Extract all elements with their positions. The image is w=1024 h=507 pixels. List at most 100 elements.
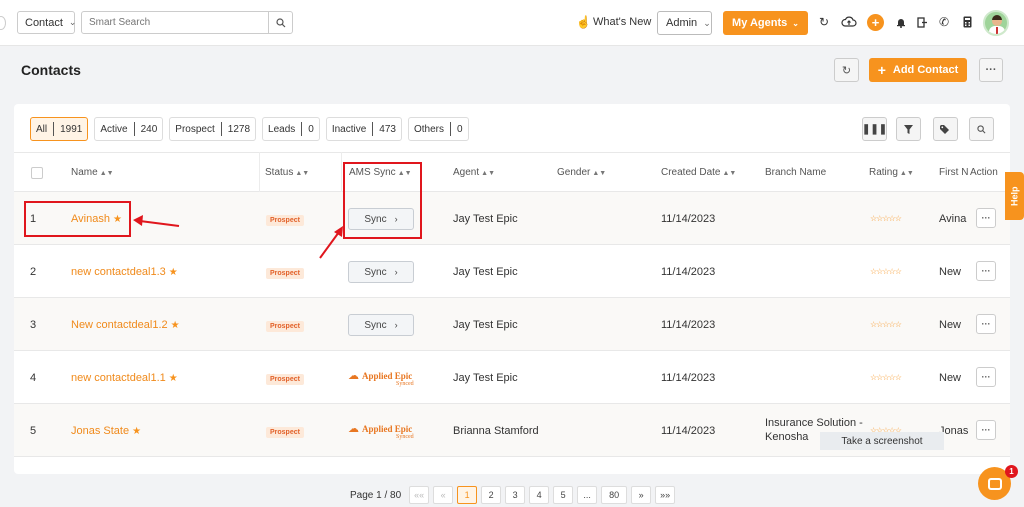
sync-button[interactable]: Sync › xyxy=(348,314,414,336)
more-options-button[interactable]: ··· xyxy=(979,58,1003,82)
status-badge: Prospect xyxy=(266,374,304,385)
created-date: 11/14/2023 xyxy=(661,213,716,225)
chat-icon xyxy=(987,477,1002,490)
page-button[interactable]: 80 xyxy=(601,486,628,504)
table-row[interactable]: 2 new contactdeal1.3 ★ Prospect Sync › Jay… xyxy=(14,245,1010,298)
first-name: New xyxy=(939,319,962,331)
table-row[interactable]: 3 New contactdeal1.2 ★ Prospect Sync › Jay… xyxy=(14,298,1010,351)
created-date: 11/14/2023 xyxy=(661,425,716,437)
sync-icon[interactable]: ↻ xyxy=(817,15,831,29)
filter-inactive[interactable]: Inactive 473 xyxy=(325,117,402,141)
status-badge: Prospect xyxy=(266,321,304,332)
row-actions-button[interactable]: ··· xyxy=(976,420,996,440)
filter-button[interactable] xyxy=(896,117,921,141)
top-navbar: Contact ⌄ ☝ What's New Admin ⌄ My Agents… xyxy=(0,0,1024,46)
contact-name-link[interactable]: new contactdeal1.1 ★ xyxy=(71,372,178,384)
pagination: Page 1 / 80 «« « 1 2 3 4 5 ... 80 » »» xyxy=(350,486,679,504)
filter-all[interactable]: All 1991 xyxy=(30,117,89,141)
tag-icon xyxy=(940,124,949,134)
contact-name-link[interactable]: New contactdeal1.2 ★ xyxy=(71,319,180,331)
status-badge: Prospect xyxy=(266,427,304,438)
entity-select[interactable]: Contact ⌄ xyxy=(17,11,76,34)
star-icon[interactable]: ★ xyxy=(132,426,141,437)
columns-button[interactable]: ❚❚❚ xyxy=(862,117,887,141)
row-actions-button[interactable]: ··· xyxy=(976,208,996,228)
page-button[interactable]: 5 xyxy=(553,486,574,504)
filter-leads[interactable]: Leads 0 xyxy=(262,117,320,141)
prev-page-button[interactable]: « xyxy=(433,486,454,504)
bell-icon[interactable] xyxy=(894,15,908,29)
filter-count: 0 xyxy=(457,123,463,135)
filter-prospect[interactable]: Prospect 1278 xyxy=(169,117,257,141)
contact-name-link[interactable]: new contactdeal1.3 ★ xyxy=(71,266,178,278)
calculator-icon[interactable] xyxy=(960,15,974,29)
filter-active[interactable]: Active 240 xyxy=(94,117,164,141)
my-agents-button[interactable]: My Agents ⌄ xyxy=(723,11,808,35)
quick-add-icon[interactable]: + xyxy=(867,14,884,31)
add-contact-button[interactable]: + Add Contact xyxy=(869,58,967,82)
row-actions-button[interactable]: ··· xyxy=(976,314,996,334)
contacts-card: All 1991 Active 240 Prospect 1278 Leads 0 In… xyxy=(14,104,1010,474)
page-button[interactable]: 4 xyxy=(529,486,550,504)
search-button[interactable] xyxy=(268,11,293,34)
cloud-upload-icon[interactable] xyxy=(840,15,857,29)
col-rating[interactable]: Rating ▲▼ xyxy=(869,167,914,178)
first-page-button[interactable]: «« xyxy=(409,486,430,504)
col-status[interactable]: Status ▲▼ xyxy=(265,167,309,178)
filter-label: Prospect xyxy=(175,123,215,135)
row-actions-button[interactable]: ··· xyxy=(976,367,996,387)
filter-others[interactable]: Others 0 xyxy=(407,117,469,141)
rating-stars[interactable]: ☆☆☆☆☆ xyxy=(870,214,902,223)
chevron-right-icon: › xyxy=(394,320,398,330)
select-all-checkbox[interactable] xyxy=(31,167,43,179)
annotation-box-ams-sync xyxy=(343,162,422,239)
col-created-date[interactable]: Created Date ▲▼ xyxy=(661,167,736,178)
first-name: New xyxy=(939,372,962,384)
rating-stars[interactable]: ☆☆☆☆☆ xyxy=(870,267,902,276)
col-first-name[interactable]: First N xyxy=(939,167,969,178)
user-avatar[interactable] xyxy=(983,10,1009,36)
logout-icon[interactable] xyxy=(915,15,929,29)
filter-label: Active xyxy=(100,123,128,135)
rating-stars[interactable]: ☆☆☆☆☆ xyxy=(870,320,902,329)
tags-button[interactable] xyxy=(933,117,958,141)
smart-search-input[interactable] xyxy=(81,11,269,34)
phone-icon[interactable]: ✆ xyxy=(937,15,951,29)
chevron-down-icon: ⌄ xyxy=(703,17,711,28)
filter-count: 240 xyxy=(140,123,158,135)
col-name[interactable]: Name ▲▼ xyxy=(71,167,114,178)
first-name: New xyxy=(939,266,962,278)
table-row[interactable]: 1 Avinash ★ Prospect Sync › Jay Test Epic … xyxy=(14,192,1010,245)
page-button[interactable]: 2 xyxy=(481,486,502,504)
star-icon[interactable]: ★ xyxy=(171,320,180,331)
row-actions-button[interactable]: ··· xyxy=(976,261,996,281)
take-screenshot-tooltip[interactable]: Take a screenshot xyxy=(820,432,944,450)
whats-new-link[interactable]: ☝ What's New xyxy=(576,15,651,29)
filter-label: All xyxy=(36,123,48,135)
next-page-button[interactable]: » xyxy=(631,486,652,504)
chat-unread-badge: 1 xyxy=(1005,465,1018,478)
page-title: Contacts xyxy=(21,62,81,78)
page-button[interactable]: 3 xyxy=(505,486,526,504)
table-row[interactable]: 4 new contactdeal1.1 ★ Prospect ☁ Applied … xyxy=(14,351,1010,404)
filter-count: 1278 xyxy=(227,123,251,135)
cloud-icon: ☁ xyxy=(348,423,359,435)
table-search-button[interactable] xyxy=(969,117,994,141)
help-tab[interactable]: Help xyxy=(1005,172,1024,220)
status-badge: Prospect xyxy=(266,268,304,279)
sidebar-toggle[interactable] xyxy=(0,16,6,30)
refresh-button[interactable]: ↻ xyxy=(834,58,859,82)
sync-button[interactable]: Sync › xyxy=(348,261,414,283)
col-agent[interactable]: Agent ▲▼ xyxy=(453,167,495,178)
page-button[interactable]: 1 xyxy=(457,486,478,504)
star-icon[interactable]: ★ xyxy=(169,373,178,384)
status-badge: Prospect xyxy=(266,215,304,226)
rating-stars[interactable]: ☆☆☆☆☆ xyxy=(870,373,902,382)
col-gender[interactable]: Gender ▲▼ xyxy=(557,167,606,178)
star-icon[interactable]: ★ xyxy=(169,267,178,278)
refresh-icon: ↻ xyxy=(841,64,852,77)
row-number: 5 xyxy=(30,425,37,437)
contact-name-link[interactable]: Jonas State ★ xyxy=(71,425,141,437)
last-page-button[interactable]: »» xyxy=(655,486,676,504)
role-select[interactable]: Admin ⌄ xyxy=(657,11,712,35)
